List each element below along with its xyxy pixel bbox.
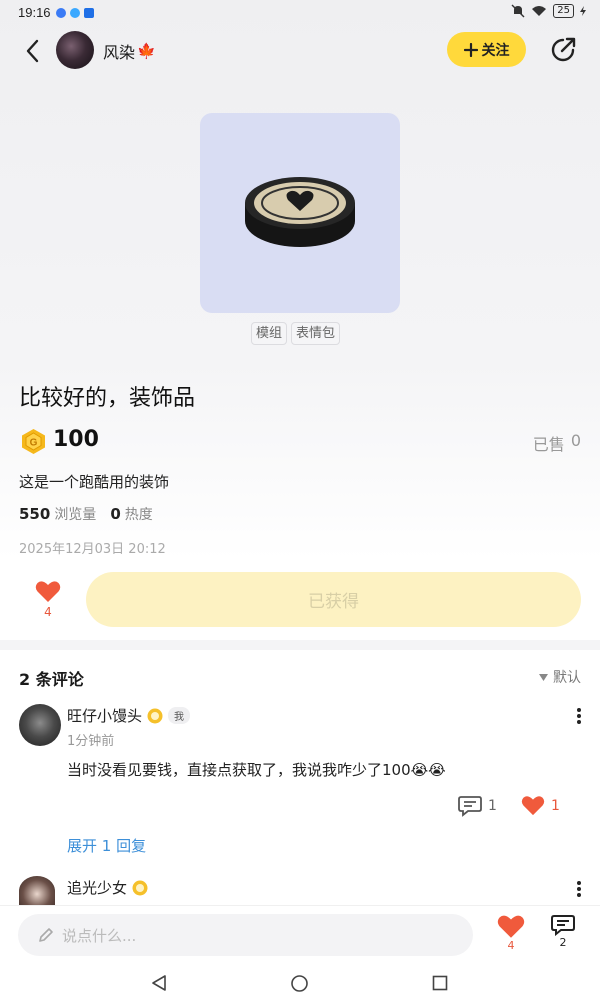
comment-input-placeholder: 说点什么... (62, 926, 137, 945)
heat-value: 0 (110, 505, 121, 523)
commenter-name[interactable]: 旺仔小馒头 (67, 705, 142, 726)
bottom-like-count: 4 (507, 939, 515, 952)
product-image[interactable] (200, 113, 400, 313)
medal-icon (132, 880, 148, 895)
nav-home-icon[interactable] (291, 975, 308, 992)
app-notification-icon (70, 8, 80, 18)
author-name: 风染 (103, 43, 136, 62)
tag-chip[interactable]: 表情包 (291, 322, 341, 345)
tag-list: 模组 表情包 (251, 322, 341, 345)
system-nav-bar (0, 963, 600, 1000)
product-like-button[interactable]: 4 (34, 580, 62, 620)
commenter-name-row: 旺仔小馒头 我 (67, 705, 191, 726)
publish-date: 2025年12月03日 20:12 (19, 542, 166, 557)
comment-count-header: 2 条评论 (19, 670, 84, 689)
comment-icon (458, 796, 482, 817)
nav-back-icon[interactable] (151, 975, 167, 991)
author-name-block[interactable]: 风染 🍁 (103, 39, 156, 63)
product-stats: 550 浏览量 0 热度 (19, 504, 153, 524)
more-options-icon[interactable] (576, 880, 582, 898)
nav-recents-icon[interactable] (432, 975, 448, 991)
app-notification-icon (84, 8, 94, 18)
obtained-button[interactable]: 已获得 (86, 572, 581, 627)
comment-like-button[interactable]: 1 (521, 795, 560, 816)
comment-text: 当时没看见要钱，直接点获取了，我说我咋少了100😭😭 (67, 761, 446, 779)
heart-icon (521, 796, 545, 816)
commenter-name-row: 追光少女 (67, 877, 148, 898)
heat-label: 热度 (124, 507, 153, 523)
pencil-icon (39, 928, 53, 942)
status-indicators: 25 (511, 4, 586, 18)
heart-disc-model-image (245, 177, 355, 247)
bottom-comment-count: 2 (559, 936, 567, 949)
charging-icon (580, 6, 586, 16)
comment-time: 1分钟前 (67, 734, 115, 749)
sort-label: 默认 (553, 670, 581, 686)
product-title: 比较好的，装饰品 (19, 386, 196, 411)
heart-icon (497, 915, 525, 938)
tag-chip[interactable]: 模组 (251, 322, 288, 345)
back-arrow-icon[interactable] (22, 38, 44, 64)
sold-label: 已售 (532, 435, 565, 454)
plus-icon (463, 42, 478, 57)
product-price: 100 (53, 427, 99, 452)
comment-icon (551, 915, 575, 936)
sort-dropdown[interactable]: 默认 (539, 667, 581, 687)
author-avatar[interactable] (56, 31, 94, 69)
expand-replies-link[interactable]: 展开 1 回复 (67, 835, 146, 856)
maple-leaf-icon: 🍁 (137, 42, 156, 60)
medal-icon (147, 708, 163, 723)
wifi-icon (532, 6, 547, 16)
product-like-count: 4 (44, 605, 52, 619)
bottom-like-button[interactable]: 4 (497, 914, 525, 958)
coin-icon: G (22, 429, 45, 454)
battery-icon: 25 (553, 4, 574, 18)
views-value: 550 (19, 505, 51, 523)
page: 19:16 25 风染 🍁 关注 模组 表情包 比较好的，装饰品 G 100 已… (0, 0, 600, 1000)
sold-value: 0 (570, 431, 581, 450)
comment-input[interactable]: 说点什么... (18, 914, 473, 956)
bottom-comment-button[interactable]: 2 (550, 914, 576, 958)
self-badge: 我 (168, 707, 191, 724)
section-divider (0, 640, 600, 650)
views-label: 浏览量 (54, 507, 97, 523)
commenter-name[interactable]: 追光少女 (67, 877, 127, 898)
status-time: 19:16 (18, 5, 51, 20)
status-app-icons (56, 8, 94, 18)
share-icon[interactable] (548, 35, 578, 65)
commenter-avatar[interactable] (19, 704, 61, 746)
sold-count: 已售 0 (533, 431, 581, 455)
svg-text:G: G (30, 438, 38, 449)
commenter-avatar[interactable] (19, 876, 55, 906)
status-bar: 19:16 25 (0, 0, 600, 26)
heart-icon (35, 581, 61, 602)
comment-like-count: 1 (551, 797, 560, 814)
follow-button[interactable]: 关注 (447, 32, 526, 67)
caret-down-icon (539, 673, 548, 681)
reply-count: 1 (488, 798, 497, 814)
mute-bell-icon (511, 4, 525, 18)
product-description: 这是一个跑酷用的装饰 (19, 473, 170, 491)
more-options-icon[interactable] (576, 707, 582, 725)
app-notification-icon (56, 8, 66, 18)
follow-label: 关注 (481, 42, 510, 59)
comment-reply-button[interactable]: 1 (458, 795, 497, 817)
